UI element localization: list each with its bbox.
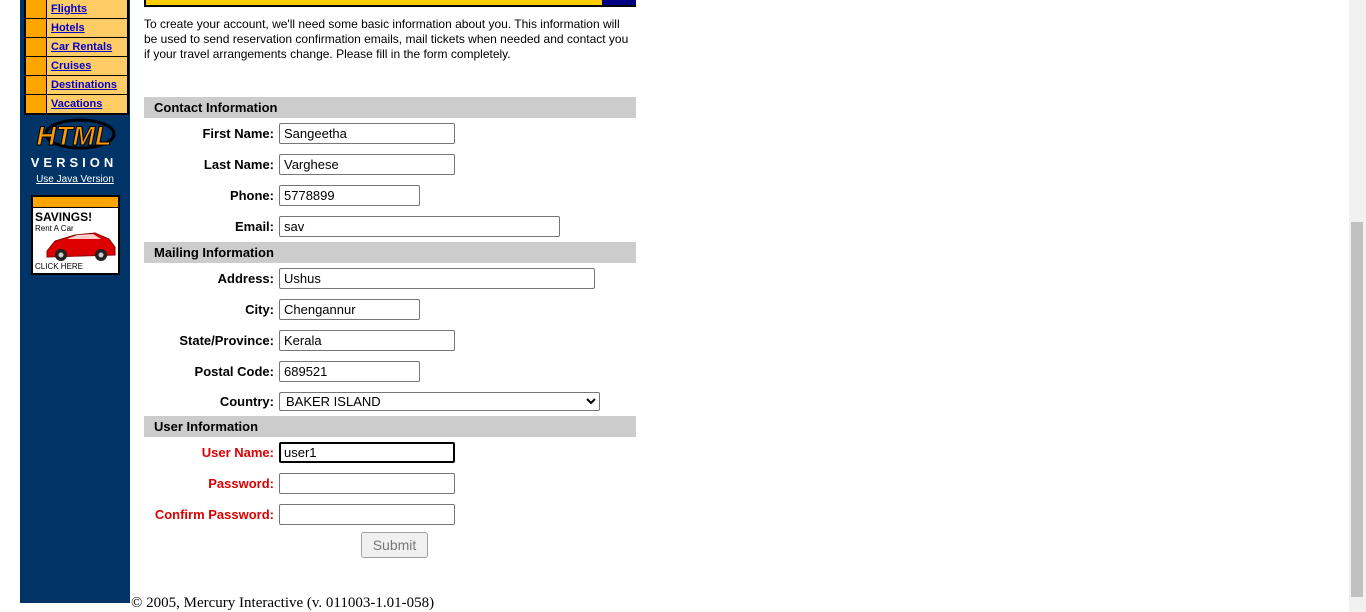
- nav-item-hotels: Hotels: [26, 19, 127, 37]
- state-province-field[interactable]: [279, 330, 455, 351]
- rent-a-car-ad[interactable]: SAVINGS! Rent A Car CLICK HERE: [31, 195, 120, 275]
- password-label: Password:: [208, 476, 274, 491]
- phone-field[interactable]: [279, 185, 420, 206]
- nav-link-car-rentals[interactable]: Car Rentals: [51, 41, 112, 53]
- vertical-scrollbar[interactable]: [1349, 0, 1366, 612]
- nav-bullet: [26, 0, 46, 18]
- last-name-field[interactable]: [279, 154, 455, 175]
- section-contact-information: Contact Information: [144, 97, 636, 118]
- username-label: User Name:: [201, 445, 274, 460]
- nav-link-destinations[interactable]: Destinations: [51, 79, 117, 91]
- html-version-logo: HTML VERSION: [31, 118, 118, 170]
- city-label: City:: [245, 302, 274, 317]
- state-province-label: State/Province:: [179, 333, 274, 348]
- car-icon: [46, 232, 116, 261]
- copyright-footer: © 2005, Mercury Interactive (v. 011003-1…: [131, 595, 435, 611]
- country-select[interactable]: BAKER ISLAND: [279, 392, 600, 411]
- address-field[interactable]: [279, 268, 595, 289]
- section-mailing-information: Mailing Information: [144, 242, 636, 263]
- nav-bullet: [26, 95, 46, 113]
- nav-link-hotels[interactable]: Hotels: [51, 22, 85, 34]
- email-field[interactable]: [279, 216, 560, 237]
- ad-savings-text: SAVINGS!: [35, 210, 93, 224]
- scrollbar-thumb[interactable]: [1351, 222, 1363, 597]
- nav-bullet: [26, 57, 46, 75]
- first-name-label: First Name:: [202, 126, 274, 141]
- email-label: Email:: [234, 219, 274, 234]
- postal-code-field[interactable]: [279, 361, 420, 382]
- password-field[interactable]: [279, 473, 455, 494]
- nav-link-flights[interactable]: Flights: [51, 3, 87, 15]
- nav-menu: Flights Hotels Car Rentals Cruises Desti…: [24, 0, 129, 115]
- nav-bullet: [26, 76, 46, 94]
- nav-item-vacations: Vacations: [26, 95, 127, 113]
- city-field[interactable]: [279, 299, 420, 320]
- country-label: Country:: [219, 394, 274, 409]
- left-sidebar: Flights Hotels Car Rentals Cruises Desti…: [20, 0, 130, 603]
- nav-item-cruises: Cruises: [26, 57, 127, 75]
- ad-header-bar: [33, 197, 118, 208]
- nav-bullet: [26, 19, 46, 37]
- nav-item-destinations: Destinations: [26, 76, 127, 94]
- last-name-label: Last Name:: [203, 157, 274, 172]
- nav-item-flights: Flights: [26, 0, 127, 18]
- nav-bullet: [26, 38, 46, 56]
- svg-text:VERSION: VERSION: [31, 155, 118, 170]
- svg-text:HTML: HTML: [37, 121, 112, 151]
- username-field[interactable]: [279, 442, 455, 463]
- address-label: Address:: [217, 271, 274, 286]
- confirm-password-label: Confirm Password:: [154, 507, 274, 522]
- section-user-information: User Information: [144, 416, 636, 437]
- confirm-password-field[interactable]: [279, 504, 455, 525]
- nav-link-cruises[interactable]: Cruises: [51, 60, 91, 72]
- submit-button[interactable]: Submit: [361, 532, 428, 558]
- intro-text: To create your account, we'll need some …: [144, 17, 629, 61]
- phone-label: Phone:: [229, 188, 274, 203]
- top-banner-strip: [144, 0, 636, 7]
- use-java-version-link[interactable]: Use Java Version: [20, 174, 130, 185]
- nav-link-vacations[interactable]: Vacations: [51, 98, 102, 110]
- postal-code-label: Postal Code:: [194, 364, 274, 379]
- first-name-field[interactable]: [279, 123, 455, 144]
- nav-item-car-rentals: Car Rentals: [26, 38, 127, 56]
- ad-click-here-text: CLICK HERE: [35, 262, 84, 271]
